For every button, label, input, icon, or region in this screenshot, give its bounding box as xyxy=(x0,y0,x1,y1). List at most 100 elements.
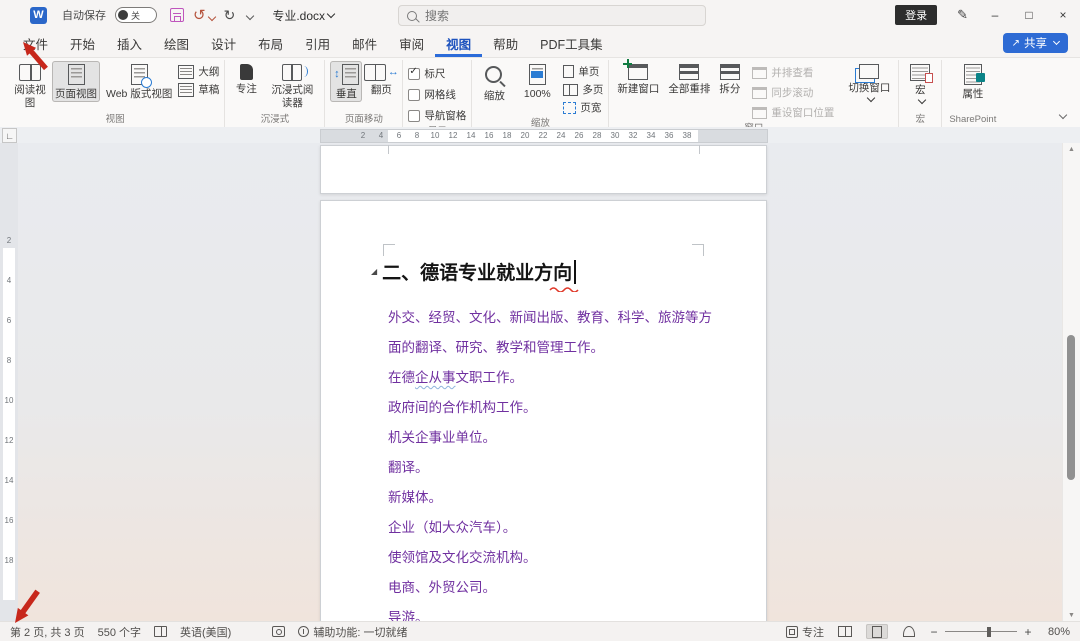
language-indicator[interactable]: 英语(美国) xyxy=(180,624,231,640)
document-paragraph[interactable]: 使领馆及文化交流机构。 xyxy=(388,543,718,573)
maximize-button[interactable]: □ xyxy=(1022,8,1036,22)
tab-mailings[interactable]: 邮件 xyxy=(341,30,388,57)
zoom-out-button[interactable]: − xyxy=(930,625,938,639)
search-box[interactable] xyxy=(398,5,706,26)
navigation-pane-checkbox[interactable]: 导航窗格 xyxy=(408,108,466,123)
switch-windows-button[interactable]: 切换窗口 xyxy=(845,61,893,102)
read-mode-view-button[interactable] xyxy=(834,624,856,639)
sync-scroll-icon xyxy=(752,87,767,99)
accessibility-status[interactable]: 辅助功能: 一切就绪 xyxy=(298,624,407,640)
draft-view-button[interactable]: 草稿 xyxy=(178,82,219,97)
zoom-slider[interactable] xyxy=(945,631,1017,632)
focus-button[interactable]: 专注 xyxy=(230,61,262,97)
zoom-100-button[interactable]: 100% xyxy=(514,61,560,102)
word-count[interactable]: 550 个字 xyxy=(98,624,141,640)
ruler-checkbox[interactable]: 标尺 xyxy=(408,66,466,81)
tab-view[interactable]: 视图 xyxy=(435,30,482,57)
document-paragraph[interactable]: 新媒体。 xyxy=(388,483,718,513)
outline-view-button[interactable]: 大纲 xyxy=(178,64,219,79)
document-paragraph[interactable]: 机关企事业单位。 xyxy=(388,423,718,453)
tab-references[interactable]: 引用 xyxy=(294,30,341,57)
document-title[interactable]: 专业.docx xyxy=(272,7,334,24)
minimize-button[interactable]: – xyxy=(988,8,1002,22)
gridlines-checkbox[interactable]: 网格线 xyxy=(408,87,466,102)
ruler-numbers: 2468101214161820222426283032343638 xyxy=(354,131,696,141)
document-paragraph[interactable]: 翻译。 xyxy=(388,453,718,483)
document-paragraph[interactable]: 企业（如大众汽车）。 xyxy=(388,513,718,543)
vertical-scrollbar[interactable]: ▲ ▼ xyxy=(1062,143,1080,622)
immersive-reader-button[interactable]: 沉浸式阅读器 xyxy=(265,61,319,110)
tab-insert[interactable]: 插入 xyxy=(106,30,153,57)
vertical-button[interactable]: ↕ 垂直 xyxy=(330,61,362,102)
share-button[interactable]: ↗ 共享 xyxy=(1003,33,1068,53)
proofing-status-icon[interactable] xyxy=(154,626,167,637)
close-button[interactable]: × xyxy=(1056,8,1070,22)
tab-file[interactable]: 文件 xyxy=(12,30,59,57)
zoom-percentage[interactable]: 80% xyxy=(1042,626,1070,638)
tab-review[interactable]: 审阅 xyxy=(388,30,435,57)
ruler-number: 22 xyxy=(534,131,552,141)
document-paragraph[interactable]: 导游。 xyxy=(388,603,718,622)
zoom-button[interactable]: 缩放 xyxy=(477,61,511,104)
print-layout-view-button[interactable] xyxy=(866,624,888,639)
zoom-in-button[interactable]: + xyxy=(1024,625,1032,639)
properties-button[interactable]: 属性 xyxy=(957,61,989,102)
share-icon: ↗ xyxy=(1012,38,1020,49)
tab-pdf-tools[interactable]: PDF工具集 xyxy=(529,30,614,57)
document-heading[interactable]: ◢ 二、德语专业就业方向 xyxy=(371,258,576,285)
new-window-button[interactable]: 新建窗口 xyxy=(614,61,662,97)
document-body[interactable]: 外交、经贸、文化、新闻出版、教育、科学、旅游等方 面的翻译、研究、教学和管理工作… xyxy=(388,303,718,622)
scroll-up-arrow[interactable]: ▲ xyxy=(1063,146,1080,153)
print-layout-button[interactable]: 页面视图 xyxy=(52,61,100,102)
multiple-pages-button[interactable]: 多页 xyxy=(563,82,603,97)
status-bar: 第 2 页, 共 3 页 550 个字 英语(美国) 辅助功能: 一切就绪 专注… xyxy=(0,621,1080,641)
document-paragraph[interactable]: 面的翻译、研究、教学和管理工作。 xyxy=(388,333,718,363)
document-paragraph[interactable]: 政府间的合作机构工作。 xyxy=(388,393,718,423)
redo-button[interactable]: ↻ xyxy=(224,8,236,22)
document-paragraph[interactable]: 外交、经贸、文化、新闻出版、教育、科学、旅游等方 xyxy=(388,303,718,333)
web-layout-view-button[interactable] xyxy=(898,624,920,639)
page-1-bottom[interactable] xyxy=(320,145,767,194)
switch-windows-icon xyxy=(859,64,879,79)
macros-button[interactable]: 宏 xyxy=(904,61,936,104)
ribbon-group-views: 阅读视图 页面视图 Web 版式视图 大纲 xyxy=(6,60,225,127)
ruler-number: 20 xyxy=(516,131,534,141)
heading-collapse-icon[interactable]: ◢ xyxy=(371,267,377,276)
ruler-number: 34 xyxy=(642,131,660,141)
arrange-all-button[interactable]: 全部重排 xyxy=(665,61,713,97)
page-indicator[interactable]: 第 2 页, 共 3 页 xyxy=(10,624,85,640)
save-icon[interactable] xyxy=(170,8,184,22)
tab-design[interactable]: 设计 xyxy=(200,30,247,57)
sign-in-button[interactable]: 登录 xyxy=(895,5,937,25)
tab-selector-button[interactable]: ∟ xyxy=(2,128,17,143)
scroll-down-arrow[interactable]: ▼ xyxy=(1063,612,1080,619)
document-paragraph[interactable]: 电商、外贸公司。 xyxy=(388,573,718,603)
focus-mode-button[interactable]: 专注 xyxy=(786,624,824,640)
autosave-toggle[interactable]: 关 xyxy=(115,7,157,23)
web-layout-button[interactable]: Web 版式视图 xyxy=(103,61,175,102)
side-to-side-button[interactable]: ↔ 翻页 xyxy=(365,61,397,98)
pen-mode-icon[interactable]: ✎ xyxy=(957,7,968,23)
ruler-number: 30 xyxy=(606,131,624,141)
split-button[interactable]: 拆分 xyxy=(716,61,743,97)
customize-quick-access-button[interactable] xyxy=(244,8,253,22)
collapse-ribbon-button[interactable] xyxy=(1057,107,1066,121)
read-mode-button[interactable]: 阅读视图 xyxy=(11,61,49,110)
margin-tick xyxy=(699,145,700,154)
zoom-slider-thumb[interactable] xyxy=(987,627,991,637)
tab-home[interactable]: 开始 xyxy=(59,30,106,57)
document-area[interactable]: ◢ 二、德语专业就业方向 外交、经贸、文化、新闻出版、教育、科学、旅游等方 面的… xyxy=(0,143,1063,622)
one-page-button[interactable]: 单页 xyxy=(563,64,603,79)
document-paragraph[interactable]: 在德企从事文职工作。 xyxy=(388,363,718,393)
tab-layout[interactable]: 布局 xyxy=(247,30,294,57)
search-input[interactable] xyxy=(423,8,697,24)
tab-draw[interactable]: 绘图 xyxy=(153,30,200,57)
recording-status-icon[interactable] xyxy=(272,626,285,637)
group-label-immersive: 沉浸式 xyxy=(259,111,292,127)
undo-button[interactable]: ↺ xyxy=(193,8,215,23)
page-2[interactable]: ◢ 二、德语专业就业方向 外交、经贸、文化、新闻出版、教育、科学、旅游等方 面的… xyxy=(320,200,767,622)
autosave-label: 自动保存 xyxy=(62,7,106,23)
scrollbar-thumb[interactable] xyxy=(1067,335,1075,480)
tab-help[interactable]: 帮助 xyxy=(482,30,529,57)
page-width-button[interactable]: 页宽 xyxy=(563,100,603,115)
